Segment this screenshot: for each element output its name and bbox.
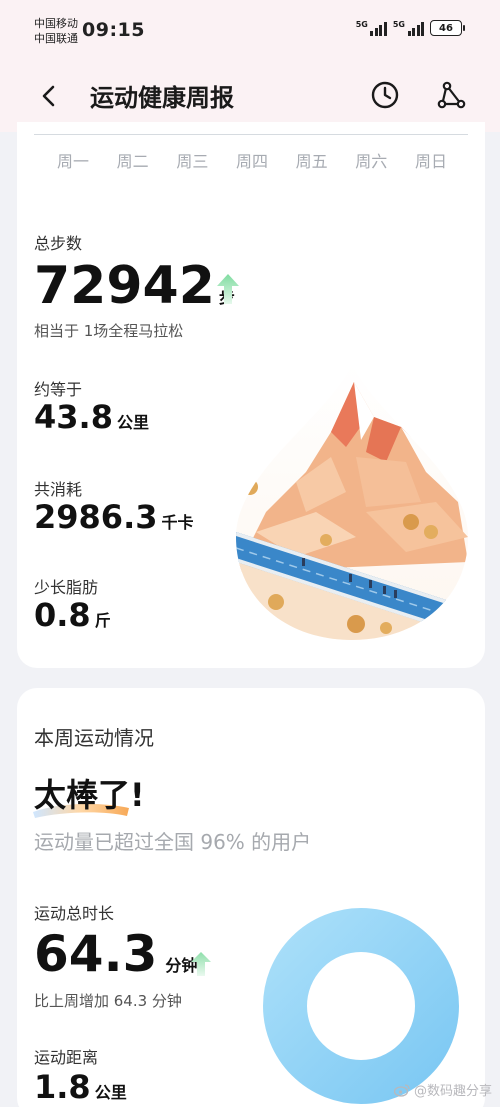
clock-icon xyxy=(371,81,399,109)
exercise-distance-label: 运动距离 xyxy=(34,1048,99,1067)
signal-2-icon: 5G xyxy=(393,20,424,36)
carrier-info: 中国移动 中国联通 xyxy=(34,16,78,46)
watermark-text: @数码趣分享 xyxy=(413,1084,492,1099)
duration-value-group: 64.3 分钟 xyxy=(34,924,197,996)
week-divider xyxy=(34,134,468,135)
calories-value: 2986.3 xyxy=(34,498,158,536)
status-time: 09:15 xyxy=(82,19,145,41)
watermark: @数码趣分享 xyxy=(393,1080,492,1099)
back-button[interactable] xyxy=(36,82,64,110)
fat-value-group: 0.8 斤 xyxy=(34,594,111,642)
mountain-runners-illustration xyxy=(236,364,468,640)
weekday-wed: 周三 xyxy=(176,152,209,171)
distance-value-group: 43.8 公里 xyxy=(34,396,149,444)
fat-value: 0.8 xyxy=(34,596,91,634)
share-button[interactable] xyxy=(434,78,468,112)
steps-value: 72942 xyxy=(34,256,215,316)
praise-text: 太棒了! xyxy=(34,776,145,814)
weekday-sat: 周六 xyxy=(355,152,388,171)
share-icon xyxy=(437,81,466,109)
signal-1-icon: 5G xyxy=(356,20,387,36)
weibo-icon xyxy=(393,1083,410,1097)
signal-indicators: 5G 5G 46 xyxy=(356,20,465,36)
fat-unit: 斤 xyxy=(94,611,111,630)
distance-unit: 公里 xyxy=(116,413,149,432)
exercise-distance-unit: 公里 xyxy=(94,1083,127,1102)
weekday-mon: 周一 xyxy=(57,152,90,171)
history-button[interactable] xyxy=(368,78,402,112)
weekday-tue: 周二 xyxy=(116,152,149,171)
battery-icon: 46 xyxy=(430,20,465,36)
duration-note: 比上周增加 64.3 分钟 xyxy=(34,992,182,1010)
weekly-stats-card: 周一 周二 周三 周四 周五 周六 周日 总步数 72942步 相当于 1场全程… xyxy=(17,122,485,668)
exercise-distance-value: 1.8 xyxy=(34,1068,91,1106)
increase-arrow-icon xyxy=(217,274,239,304)
steps-value-group: 72942步 xyxy=(34,254,235,330)
status-bar: 中国移动 中国联通 09:15 5G 5G 46 xyxy=(0,0,500,62)
duration-value: 64.3 xyxy=(34,925,158,983)
calories-value-group: 2986.3 千卡 xyxy=(34,496,194,544)
calories-unit: 千卡 xyxy=(161,513,194,532)
duration-label: 运动总时长 xyxy=(34,904,115,923)
exercise-distance-value-group: 1.8 公里 xyxy=(34,1066,127,1107)
weekday-row: 周一 周二 周三 周四 周五 周六 周日 xyxy=(57,148,447,172)
activity-donut-chart xyxy=(263,908,459,1104)
increase-arrow-icon xyxy=(191,952,211,976)
weekday-sun: 周日 xyxy=(414,152,447,171)
distance-value: 43.8 xyxy=(34,398,113,436)
steps-note: 相当于 1场全程马拉松 xyxy=(34,322,184,340)
page-title: 运动健康周报 xyxy=(90,84,234,112)
weekday-thu: 周四 xyxy=(235,152,268,171)
section-title: 本周运动情况 xyxy=(34,726,154,750)
carrier-2: 中国联通 xyxy=(34,32,78,45)
chevron-left-icon xyxy=(42,85,55,107)
steps-label: 总步数 xyxy=(34,234,83,253)
weekday-fri: 周五 xyxy=(295,152,328,171)
weekly-summary-card: 本周运动情况 太棒了! 运动量已超过全国 96% 的用户 运动总时长 64.3 分… xyxy=(17,688,485,1107)
carrier-1: 中国移动 xyxy=(34,17,78,30)
comparison-text: 运动量已超过全国 96% 的用户 xyxy=(34,830,312,854)
